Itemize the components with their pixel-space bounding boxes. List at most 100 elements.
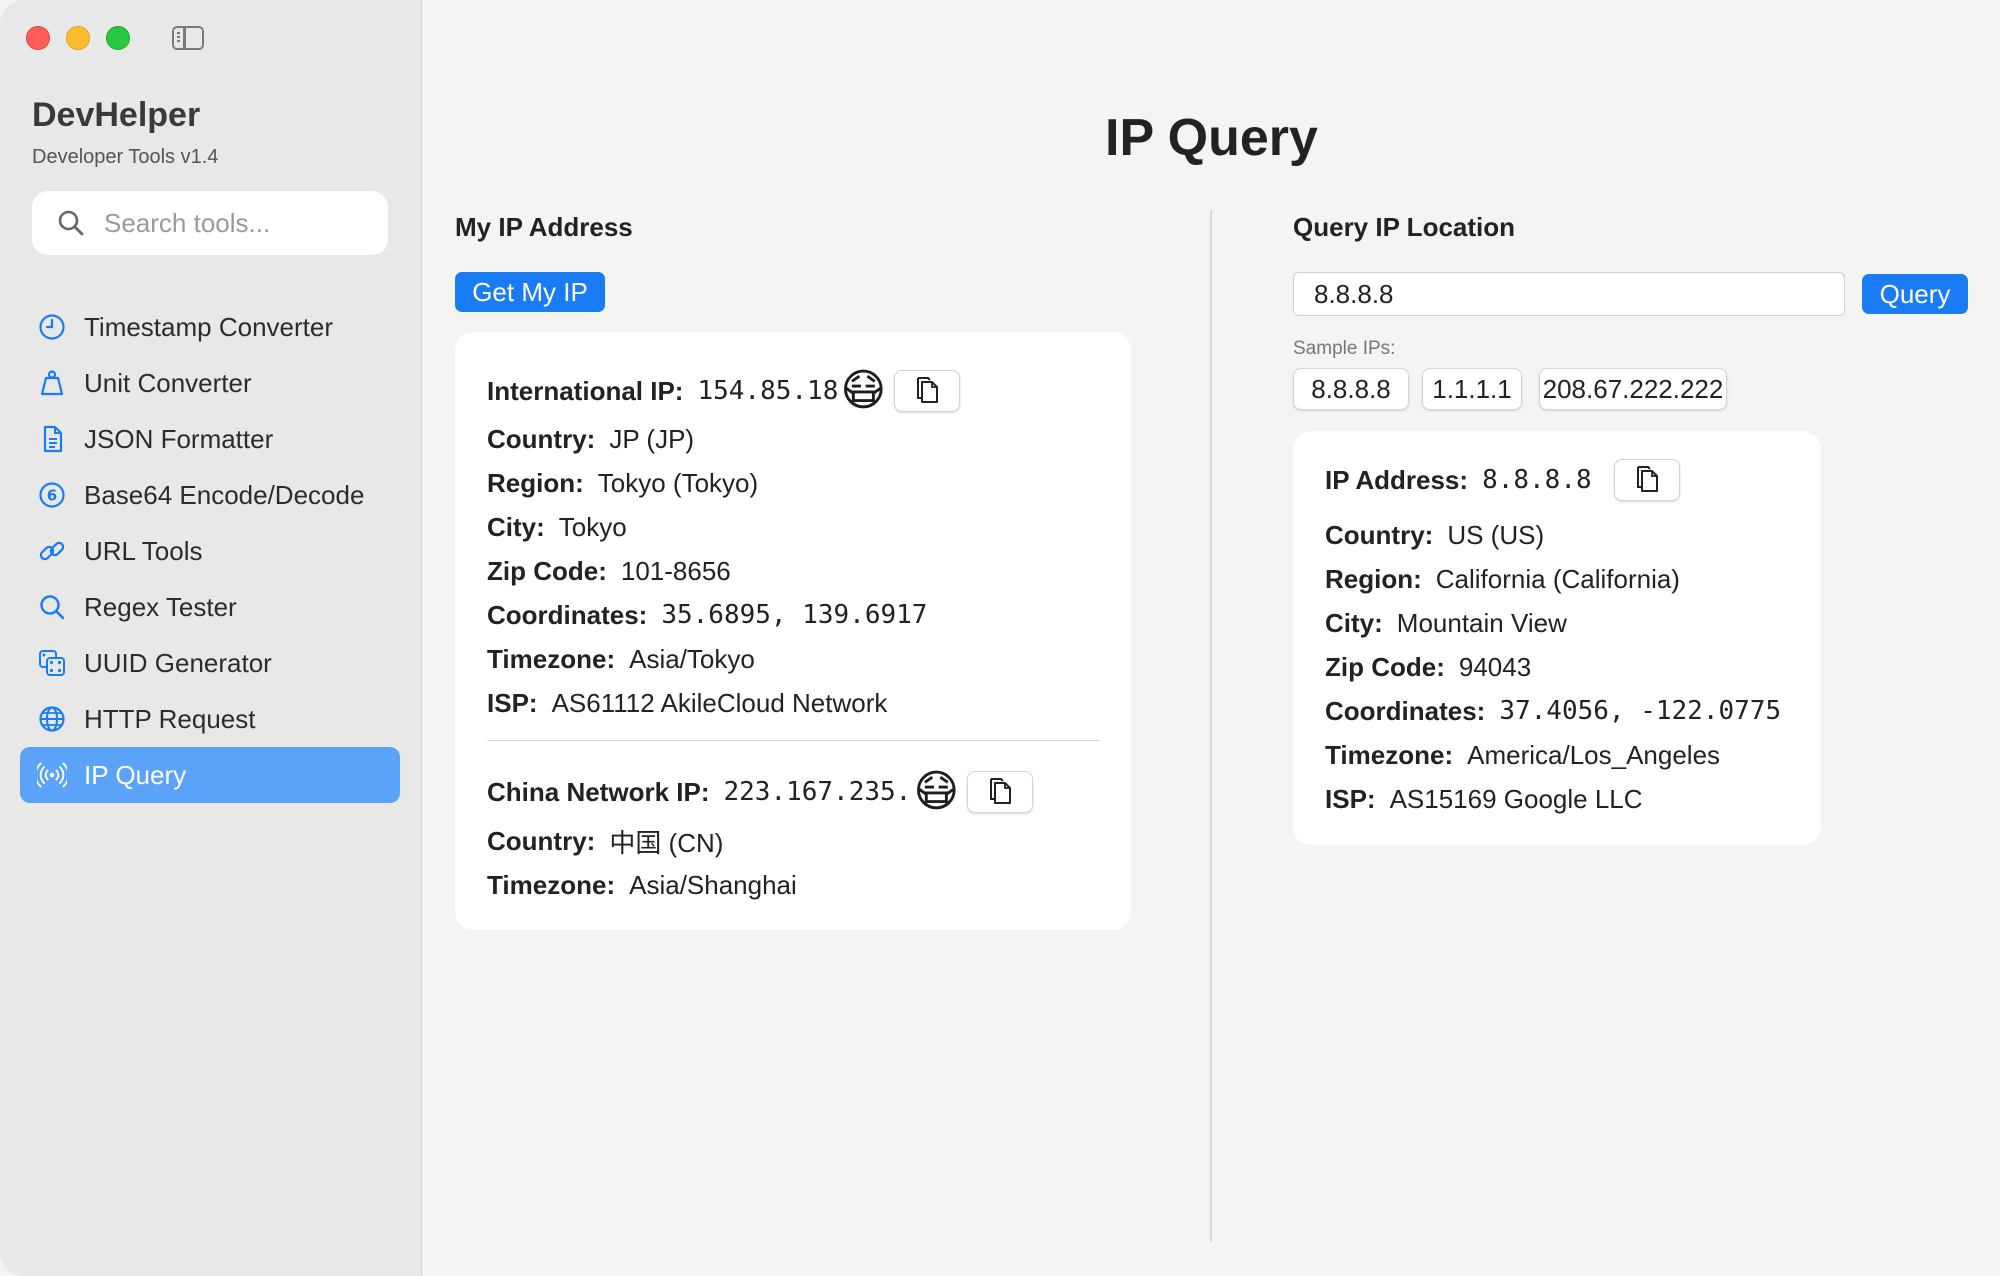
field-label: City: [487,511,545,542]
field-label: International IP: [487,375,684,406]
timezone-value: America/Los_Angeles [1467,739,1721,770]
sidebar-item-label: HTTP Request [84,703,256,734]
sidebar-item-base64[interactable]: 6 Base64 Encode/Decode [20,467,400,523]
field-label: Country: [1325,519,1434,550]
sidebar-item-uuid-generator[interactable]: UUID Generator [20,635,400,691]
sidebar-item-label: IP Query [84,759,187,790]
copy-ip-address-button[interactable] [1613,459,1680,501]
region-row: Region: Tokyo (Tokyo) [487,465,758,501]
sample-ips-label: Sample IPs: [1293,338,1396,359]
copy-icon [990,778,1012,804]
my-ip-section-title: My IP Address [455,212,633,242]
window-controls [26,26,130,50]
query-button[interactable]: Query [1862,274,1968,314]
ip-query-input[interactable] [1293,272,1845,316]
field-label: ISP: [487,687,538,718]
query-result-card: IP Address: 8.8.8.8 Country: US (US) Reg… [1293,431,1821,845]
timezone-value: Asia/Tokyo [629,643,755,674]
field-label: Coordinates: [487,599,648,630]
china-ip-row: China Network IP: 223.167.235. 😷 [487,767,1034,817]
copy-icon [917,377,939,403]
field-label: Country: [487,423,596,454]
maximize-window-button[interactable] [106,26,130,50]
field-label: Region: [487,467,584,498]
sample-ip-chip[interactable]: 8.8.8.8 [1293,368,1409,410]
field-label: Timezone: [1325,739,1454,770]
sample-ip-chip[interactable]: 208.67.222.222 [1539,368,1727,410]
search-field[interactable] [32,191,388,255]
sidebar-item-unit-converter[interactable]: Unit Converter [20,355,400,411]
sidebar-item-label: UUID Generator [84,647,272,678]
sidebar: DevHelper Developer Tools v1.4 Timestamp… [0,0,422,1276]
sidebar-item-ip-query[interactable]: IP Query [20,747,400,803]
sidebar-item-regex-tester[interactable]: Regex Tester [20,579,400,635]
country-row: Country: JP (JP) [487,421,694,457]
field-label: Coordinates: [1325,695,1486,726]
coordinates-value: 35.6895, 139.6917 [661,600,928,630]
sidebar-item-label: Unit Converter [84,367,252,398]
zip-value: 94043 [1458,651,1532,682]
sidebar-item-label: Base64 Encode/Decode [84,479,365,510]
field-label: Zip Code: [487,555,607,586]
copy-international-ip-button[interactable] [894,370,961,412]
china-ip-value: 223.167.235. [723,777,912,807]
sidebar-item-label: JSON Formatter [84,423,274,454]
sidebar-toggle-icon[interactable] [172,26,204,50]
sample-ip-chip[interactable]: 1.1.1.1 [1422,368,1522,410]
china-country-value: 中国 (CN) [609,827,724,858]
search-icon [58,210,84,236]
international-ip-row: International IP: 154.85.18 😷 [487,366,961,416]
china-country-row: Country: 中国 (CN) [487,823,723,859]
isp-row: ISP: AS15169 Google LLC [1325,781,1643,817]
field-label: City: [1325,607,1383,638]
region-value: Tokyo (Tokyo) [597,467,759,498]
my-ip-card: International IP: 154.85.18 😷 Country: J… [455,332,1131,930]
international-ip-value: 154.85.18 [697,376,839,406]
city-value: Mountain View [1396,607,1567,638]
country-value: JP (JP) [609,423,695,454]
field-label: Country: [487,825,596,856]
copy-china-ip-button[interactable] [967,771,1034,813]
query-section-title: Query IP Location [1293,212,1516,242]
minimize-window-button[interactable] [66,26,90,50]
number-six-circle-icon: 6 [36,479,68,511]
close-window-button[interactable] [26,26,50,50]
sidebar-item-http-request[interactable]: HTTP Request [20,691,400,747]
document-icon [36,423,68,455]
svg-text:6: 6 [47,487,57,505]
field-label: Timezone: [487,643,616,674]
field-label: ISP: [1325,783,1376,814]
app-title: DevHelper [32,96,201,134]
field-label: China Network IP: [487,776,710,807]
china-timezone-row: Timezone: Asia/Shanghai [487,867,797,903]
face-mask-emoji: 😷 [913,767,960,816]
isp-value: AS15169 Google LLC [1389,783,1643,814]
coordinates-value: 37.4056, -122.0775 [1499,696,1782,726]
link-icon [36,535,68,567]
sidebar-item-json-formatter[interactable]: JSON Formatter [20,411,400,467]
field-label: Region: [1325,563,1422,594]
sidebar-item-url-tools[interactable]: URL Tools [20,523,400,579]
get-my-ip-button[interactable]: Get My IP [455,272,605,312]
city-value: Tokyo [558,511,627,542]
zip-value: 101-8656 [620,555,731,586]
region-row: Region: California (California) [1325,561,1680,597]
search-input[interactable] [104,207,364,239]
zip-row: Zip Code: 94043 [1325,649,1531,685]
clock-icon [36,311,68,343]
zip-row: Zip Code: 101-8656 [487,553,731,589]
main-content: IP Query My IP Address Get My IP Interna… [423,0,2000,1276]
copy-icon [1636,466,1658,492]
country-value: US (US) [1447,519,1545,550]
app-subtitle: Developer Tools v1.4 [32,146,219,168]
broadcast-icon [36,759,68,791]
coordinates-row: Coordinates: 35.6895, 139.6917 [487,597,927,633]
column-divider [1210,210,1212,1242]
sidebar-item-label: Timestamp Converter [84,311,333,342]
isp-value: AS61112 AkileCloud Network [551,687,888,718]
field-label: Zip Code: [1325,651,1445,682]
dice-icon [36,647,68,679]
face-mask-emoji: 😷 [840,366,887,415]
sidebar-item-timestamp-converter[interactable]: Timestamp Converter [20,299,400,355]
coordinates-row: Coordinates: 37.4056, -122.0775 [1325,693,1781,729]
